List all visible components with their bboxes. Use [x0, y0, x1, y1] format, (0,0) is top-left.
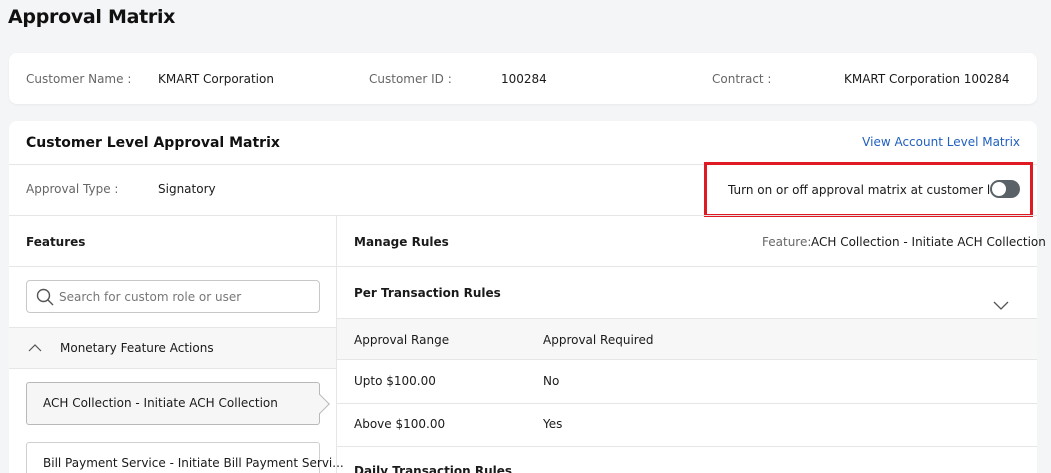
page-title: Approval Matrix [8, 6, 176, 28]
customer-id-label: Customer ID : [369, 72, 452, 86]
feature-item-bill-payment[interactable]: Bill Payment Service - Initiate Bill Pay… [26, 442, 344, 473]
feature-label: Feature: [762, 235, 812, 249]
approval-type-value: Signatory [158, 182, 216, 196]
feature-item-label: ACH Collection - Initiate ACH Collection [43, 396, 278, 410]
column-header-approval-range: Approval Range [354, 333, 450, 347]
divider [337, 266, 1037, 267]
column-header-approval-required: Approval Required [543, 333, 654, 347]
divider [9, 215, 1037, 216]
rule-range-cell: Upto $100.00 [354, 374, 436, 388]
divider [337, 446, 1037, 447]
matrix-title: Customer Level Approval Matrix [26, 135, 280, 151]
rule-required-cell: Yes [543, 417, 563, 431]
rule-range-cell: Above $100.00 [354, 417, 446, 431]
per-transaction-rules-heading: Per Transaction Rules [354, 286, 501, 300]
divider [337, 403, 1037, 404]
selection-pointer [310, 394, 330, 414]
approval-matrix-card: Customer Level Approval Matrix View Acco… [9, 121, 1046, 473]
divider [9, 266, 336, 267]
toggle-knob [992, 182, 1006, 196]
daily-transaction-rules-heading: Daily Transaction Rules [354, 464, 513, 473]
contract-value: KMART Corporation 100284 [844, 72, 1010, 86]
chevron-up-icon [28, 344, 42, 352]
search-field[interactable] [26, 280, 320, 313]
feature-item-label: Bill Payment Service - Initiate Bill Pay… [43, 456, 344, 470]
contract-label: Contract : [712, 72, 772, 86]
approval-type-label: Approval Type : [26, 182, 119, 196]
search-icon [36, 288, 54, 306]
customer-info-card: Customer Name : KMART Corporation Custom… [9, 53, 1037, 104]
search-input[interactable] [59, 282, 314, 311]
feature-value: ACH Collection - Initiate ACH Collection [811, 235, 1046, 249]
rule-required-cell: No [543, 374, 560, 388]
chevron-down-icon[interactable] [993, 298, 1009, 312]
monetary-feature-actions-group[interactable]: Monetary Feature Actions [9, 327, 336, 369]
customer-name-label: Customer Name : [26, 72, 132, 86]
customer-level-matrix-toggle[interactable] [990, 180, 1020, 198]
view-account-level-matrix-link[interactable]: View Account Level Matrix [862, 135, 1020, 149]
feature-item-ach-collection[interactable]: ACH Collection - Initiate ACH Collection [26, 382, 330, 425]
toggle-label: Turn on or off approval matrix at custom… [728, 183, 1016, 197]
customer-name-value: KMART Corporation [158, 72, 274, 86]
group-label: Monetary Feature Actions [60, 341, 214, 355]
customer-id-value: 100284 [501, 72, 547, 86]
features-heading: Features [26, 235, 86, 249]
manage-rules-heading: Manage Rules [354, 235, 449, 249]
